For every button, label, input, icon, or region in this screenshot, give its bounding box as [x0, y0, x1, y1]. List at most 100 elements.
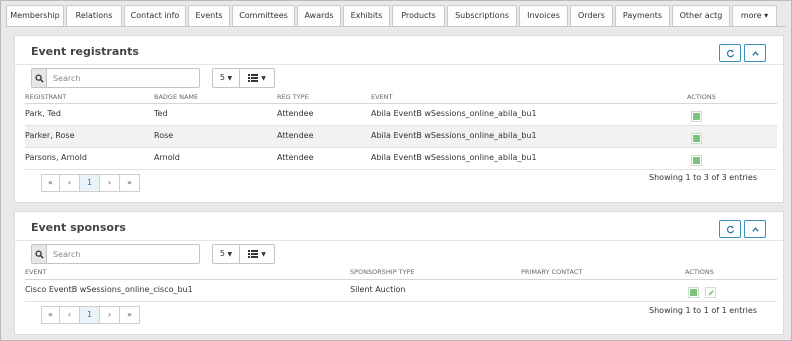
event-name: Abila EventB wSessions_online_abila_bu1: [371, 131, 537, 140]
tab-awards[interactable]: Awards: [297, 5, 341, 27]
sponsor-event-name: Cisco EventB wSessions_online_cisco_bu1: [25, 285, 193, 294]
tab-exhibits[interactable]: Exhibits: [343, 5, 390, 27]
app-frame: Membership Relations Contact info Events Com…: [0, 0, 792, 341]
registrant-name: Park, Ted: [25, 109, 61, 118]
tab-payments[interactable]: Payments: [615, 5, 670, 27]
list-view-icon: [248, 74, 259, 82]
column-header[interactable]: BADGE NAME: [154, 93, 198, 101]
column-header: ACTIONS: [687, 93, 716, 101]
tab-events[interactable]: Events: [188, 5, 230, 27]
page-1-button[interactable]: 1: [79, 306, 100, 324]
view-toggle-dropdown[interactable]: ▼: [239, 68, 275, 88]
panel-header-divider: [15, 240, 783, 241]
next-page-button[interactable]: ›: [99, 174, 120, 192]
badge-name: Ted: [154, 109, 168, 118]
column-header[interactable]: EVENT: [25, 268, 47, 276]
refresh-icon: [726, 225, 734, 234]
registrant-name: Parsons, Arnold: [25, 153, 87, 162]
table-row[interactable]: Park, Ted Ted Attendee Abila EventB wSes…: [25, 104, 777, 126]
chevron-up-icon: [751, 227, 759, 232]
view-icon: [693, 113, 700, 120]
panel-title: Event registrants: [31, 45, 139, 58]
refresh-button[interactable]: [719, 220, 741, 238]
view-button[interactable]: [691, 155, 702, 166]
event-name: Abila EventB wSessions_online_abila_bu1: [371, 153, 537, 162]
column-header[interactable]: EVENT: [371, 93, 393, 101]
entries-count: Showing 1 to 3 of 3 entries: [649, 173, 757, 182]
last-page-button[interactable]: »: [119, 174, 140, 192]
refresh-button[interactable]: [719, 44, 741, 62]
edit-button[interactable]: [705, 287, 716, 298]
tab-committees[interactable]: Committees: [232, 5, 295, 27]
column-header: ACTIONS: [685, 268, 714, 276]
badge-name: Rose: [154, 131, 174, 140]
tab-subscriptions[interactable]: Subscriptions: [447, 5, 517, 27]
page-1-button[interactable]: 1: [79, 174, 100, 192]
column-header[interactable]: REG TYPE: [277, 93, 309, 101]
search-input[interactable]: [47, 245, 199, 263]
chevron-up-icon: [751, 51, 759, 56]
entries-count: Showing 1 to 1 of 1 entries: [649, 306, 757, 315]
tab-orders[interactable]: Orders: [570, 5, 613, 27]
refresh-icon: [726, 49, 734, 58]
view-icon: [690, 289, 697, 296]
prev-page-button[interactable]: ‹: [59, 174, 80, 192]
badge-name: Arnold: [154, 153, 180, 162]
table-row[interactable]: Cisco EventB wSessions_online_cisco_bu1 …: [25, 280, 777, 302]
page-size-value: 5: [219, 73, 225, 82]
sponsorship-type: Silent Auction: [350, 285, 406, 294]
first-page-button[interactable]: «: [41, 174, 60, 192]
page-size-dropdown[interactable]: 5 ▼: [212, 244, 240, 264]
tab-other-actg[interactable]: Other actg: [672, 5, 730, 27]
tab-contact-info[interactable]: Contact info: [124, 5, 186, 27]
reg-type: Attendee: [277, 153, 314, 162]
search-box[interactable]: [31, 244, 200, 264]
page-size-dropdown[interactable]: 5 ▼: [212, 68, 240, 88]
list-view-icon: [248, 250, 259, 258]
search-icon: [32, 69, 47, 87]
next-page-button[interactable]: ›: [99, 306, 120, 324]
view-button[interactable]: [688, 287, 699, 298]
pagination: « ‹ 1 › »: [41, 174, 140, 192]
tab-products[interactable]: Products: [392, 5, 445, 27]
column-header[interactable]: REGISTRANT: [25, 93, 66, 101]
first-page-button[interactable]: «: [41, 306, 60, 324]
view-icon: [693, 157, 700, 164]
panel-controls: [716, 220, 766, 238]
prev-page-button[interactable]: ‹: [59, 306, 80, 324]
panel-header-divider: [15, 64, 783, 65]
registrant-name: Parker, Rose: [25, 131, 75, 140]
collapse-button[interactable]: [744, 220, 766, 238]
panel-title: Event sponsors: [31, 221, 126, 234]
caret-down-icon: ▼: [227, 251, 233, 258]
tab-invoices[interactable]: Invoices: [519, 5, 568, 27]
search-input[interactable]: [47, 69, 199, 87]
pencil-icon: [708, 289, 714, 295]
caret-down-icon: ▼: [261, 74, 266, 82]
caret-down-icon: ▼: [261, 250, 266, 258]
column-header[interactable]: SPONSORSHIP TYPE: [350, 268, 415, 276]
table-row[interactable]: Parsons, Arnold Arnold Attendee Abila Ev…: [25, 148, 777, 170]
view-icon: [693, 135, 700, 142]
last-page-button[interactable]: »: [119, 306, 140, 324]
reg-type: Attendee: [277, 131, 314, 140]
collapse-button[interactable]: [744, 44, 766, 62]
pagination: « ‹ 1 › »: [41, 306, 140, 324]
column-header[interactable]: PRIMARY CONTACT: [521, 268, 582, 276]
panel-controls: [716, 44, 766, 62]
page-size-value: 5: [219, 249, 225, 258]
view-button[interactable]: [691, 133, 702, 144]
tab-relations[interactable]: Relations: [66, 5, 122, 27]
event-sponsors-panel: Event sponsors 5 ▼: [14, 211, 784, 335]
view-button[interactable]: [691, 111, 702, 122]
tab-membership[interactable]: Membership: [6, 5, 64, 27]
search-box[interactable]: [31, 68, 200, 88]
event-name: Abila EventB wSessions_online_abila_bu1: [371, 109, 537, 118]
event-registrants-panel: Event registrants 5 ▼: [14, 35, 784, 203]
tab-divider: [6, 26, 786, 27]
tab-more[interactable]: more ▾: [732, 5, 777, 27]
reg-type: Attendee: [277, 109, 314, 118]
caret-down-icon: ▼: [227, 75, 233, 82]
table-row[interactable]: Parker, Rose Rose Attendee Abila EventB …: [25, 126, 777, 148]
view-toggle-dropdown[interactable]: ▼: [239, 244, 275, 264]
